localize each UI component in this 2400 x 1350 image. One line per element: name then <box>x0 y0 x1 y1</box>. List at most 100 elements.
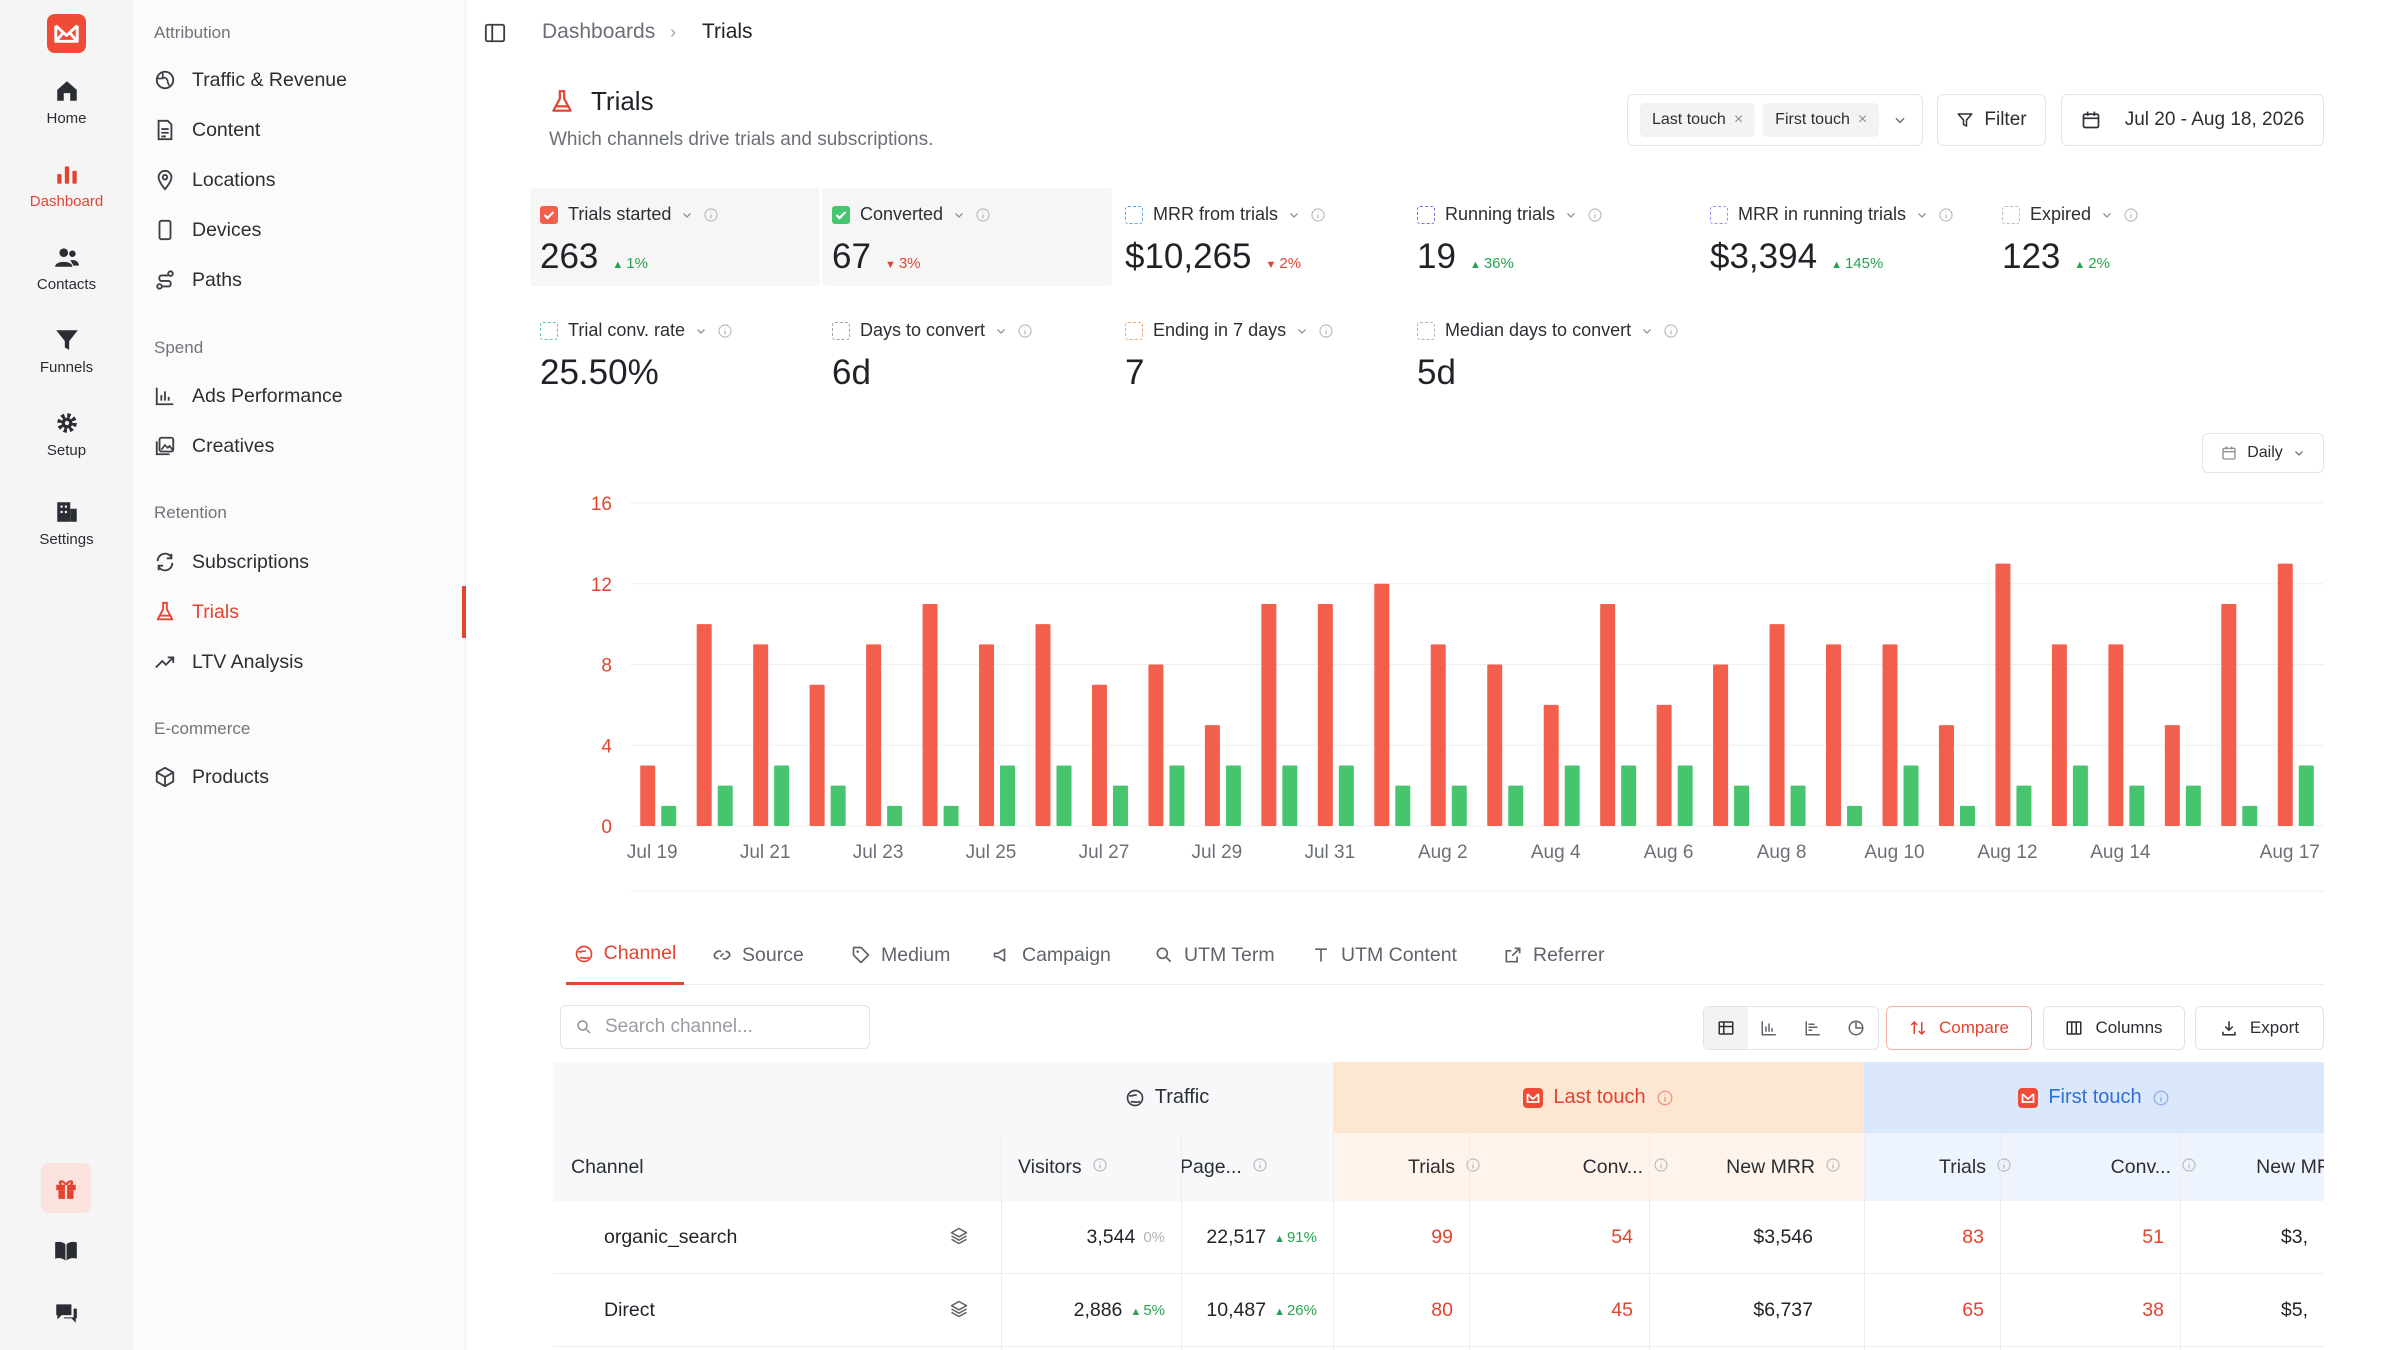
bar-red-jul-27[interactable] <box>1091 684 1107 826</box>
breadcrumb-parent[interactable]: Dashboards <box>542 20 655 44</box>
bar-red-aug-7[interactable] <box>1713 664 1729 827</box>
chevron-down-icon[interactable] <box>943 209 965 221</box>
sidebar-item-ltv-analysis[interactable]: LTV Analysis <box>154 642 465 682</box>
bar-red-jul-21[interactable] <box>753 644 769 826</box>
kpi-card-trial-conv-rate[interactable]: Trial conv. rate 25.50% <box>530 304 820 402</box>
layers-icon[interactable] <box>949 1226 971 1248</box>
chat-button[interactable] <box>41 1288 91 1338</box>
bar-green-aug-7[interactable] <box>1734 785 1750 826</box>
bar-red-jul-19[interactable] <box>640 765 656 826</box>
bar-green-jul-24[interactable] <box>943 805 959 826</box>
kpi-card-running-trials[interactable]: Running trials 19 ▲ 36% <box>1407 188 1697 286</box>
bar-red-aug-4[interactable] <box>1543 704 1559 826</box>
bar-green-jul-31[interactable] <box>1338 765 1354 826</box>
checkbox-icon[interactable] <box>832 321 850 340</box>
search-input[interactable]: Search channel... <box>560 1005 870 1049</box>
info-icon[interactable] <box>1577 207 1603 223</box>
tab-source[interactable]: Source <box>712 925 804 985</box>
bar-red-jul-29[interactable] <box>1204 725 1220 826</box>
close-icon[interactable]: × <box>1858 111 1867 129</box>
bar-green-aug-9[interactable] <box>1847 805 1863 826</box>
bar-green-aug-4[interactable] <box>1564 765 1580 826</box>
date-range-picker[interactable]: Jul 20 - Aug 18, 2026 <box>2061 94 2324 146</box>
chevron-down-icon[interactable] <box>1555 209 1577 221</box>
tab-referrer[interactable]: Referrer <box>1503 925 1605 985</box>
bar-red-jul-28[interactable] <box>1148 664 1164 827</box>
tab-campaign[interactable]: Campaign <box>992 925 1111 985</box>
table-view-button[interactable] <box>1704 1007 1748 1049</box>
sidebar-toggle-icon[interactable] <box>484 22 506 44</box>
bar-view-button[interactable] <box>1748 1007 1792 1049</box>
column-header-ft-conv[interactable]: Conv... <box>2039 1133 2219 1201</box>
bar-green-jul-21[interactable] <box>774 765 790 826</box>
column-header-lt-trials[interactable]: Trials <box>1333 1133 1503 1201</box>
info-icon[interactable] <box>2181 1156 2197 1179</box>
rail-home[interactable]: Home <box>0 78 133 127</box>
checkbox-checked-icon[interactable] <box>832 205 850 224</box>
bar-green-jul-28[interactable] <box>1169 765 1185 826</box>
kpi-card-median-days-to-convert[interactable]: Median days to convert 5d <box>1407 304 1697 402</box>
bar-green-jul-26[interactable] <box>1056 765 1072 826</box>
info-icon[interactable] <box>1825 1156 1841 1179</box>
bar-green-jul-30[interactable] <box>1282 765 1298 826</box>
chevron-down-icon[interactable] <box>671 209 693 221</box>
sidebar-item-ads-performance[interactable]: Ads Performance <box>154 376 465 416</box>
rail-dashboard[interactable]: Dashboard <box>0 161 133 210</box>
hbar-view-button[interactable] <box>1791 1007 1835 1049</box>
info-icon[interactable] <box>1007 323 1033 339</box>
info-icon[interactable] <box>1465 1156 1481 1179</box>
bar-red-aug-16[interactable] <box>2221 603 2237 826</box>
kpi-card-ending-in-7-days[interactable]: Ending in 7 days 7 <box>1115 304 1405 402</box>
info-icon[interactable] <box>1656 1089 1674 1107</box>
info-icon[interactable] <box>2152 1089 2170 1107</box>
bar-green-jul-20[interactable] <box>717 785 733 826</box>
bar-red-jul-23[interactable] <box>866 644 882 826</box>
bar-green-aug-14[interactable] <box>2129 785 2145 826</box>
gift-button[interactable] <box>41 1163 91 1213</box>
sidebar-item-traffic-revenue[interactable]: Traffic & Revenue <box>154 60 465 100</box>
tab-utm-term[interactable]: UTM Term <box>1154 925 1275 985</box>
sidebar-item-content[interactable]: Content <box>154 110 465 150</box>
column-header-channel[interactable]: Channel <box>571 1133 871 1201</box>
column-header-pages[interactable]: Page... <box>1180 1133 1330 1201</box>
pie-view-button[interactable] <box>1835 1007 1879 1049</box>
info-icon[interactable] <box>707 323 733 339</box>
export-button[interactable]: Export <box>2195 1006 2324 1050</box>
bar-red-jul-24[interactable] <box>922 603 938 826</box>
info-icon[interactable] <box>1252 1156 1268 1179</box>
bar-green-aug-13[interactable] <box>2072 765 2088 826</box>
bar-red-aug-1[interactable] <box>1374 583 1390 826</box>
rail-contacts[interactable]: Contacts <box>0 244 133 293</box>
checkbox-icon[interactable] <box>1417 321 1435 340</box>
bar-red-aug-6[interactable] <box>1656 704 1672 826</box>
bar-green-jul-29[interactable] <box>1225 765 1241 826</box>
bar-green-aug-5[interactable] <box>1621 765 1637 826</box>
bar-red-aug-8[interactable] <box>1769 624 1785 826</box>
bar-green-aug-17[interactable] <box>2298 765 2314 826</box>
checkbox-checked-icon[interactable] <box>540 205 558 224</box>
bar-red-aug-12[interactable] <box>1995 563 2011 826</box>
info-icon[interactable] <box>2113 207 2139 223</box>
bar-red-jul-30[interactable] <box>1261 603 1277 826</box>
kpi-card-converted[interactable]: Converted 67 ▼ 3% <box>822 188 1112 286</box>
tab-channel[interactable]: Channel <box>566 925 684 985</box>
info-icon[interactable] <box>1300 207 1326 223</box>
bar-green-aug-11[interactable] <box>1959 805 1975 826</box>
chevron-down-icon[interactable] <box>1286 325 1308 337</box>
attribution-selector[interactable]: Last touch × First touch × <box>1627 94 1923 146</box>
bar-green-jul-25[interactable] <box>1000 765 1016 826</box>
column-header-ft-mrr[interactable]: New MRR <box>2213 1133 2324 1201</box>
bar-red-aug-17[interactable] <box>2277 563 2293 826</box>
filter-button[interactable]: Filter <box>1937 94 2046 146</box>
chevron-down-icon[interactable] <box>685 325 707 337</box>
bar-green-aug-8[interactable] <box>1790 785 1806 826</box>
bar-red-aug-2[interactable] <box>1430 644 1446 826</box>
kpi-card-mrr-in-running-trials[interactable]: MRR in running trials $3,394 ▲ 145% <box>1700 188 1990 286</box>
bar-green-jul-23[interactable] <box>887 805 903 826</box>
layers-icon[interactable] <box>949 1299 971 1321</box>
checkbox-icon[interactable] <box>1125 205 1143 224</box>
bar-green-aug-15[interactable] <box>2185 785 2201 826</box>
bar-red-jul-31[interactable] <box>1317 603 1333 826</box>
chip-last-touch[interactable]: Last touch × <box>1640 103 1756 137</box>
chevron-down-icon[interactable] <box>1906 209 1928 221</box>
